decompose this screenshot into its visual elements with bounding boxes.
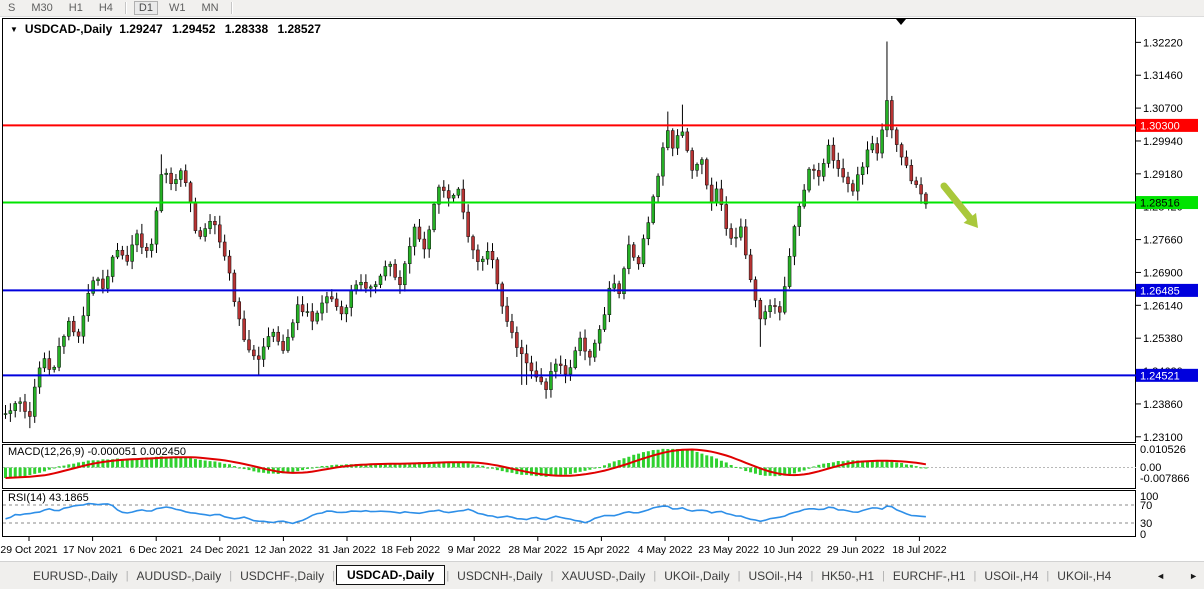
macd-indicator-label: MACD(12,26,9) -0.000051 0.002450 <box>8 446 186 458</box>
chart-tab-usdcad-daily-3[interactable]: USDCAD-,Daily <box>335 565 446 585</box>
svg-text:1.30300: 1.30300 <box>1140 120 1180 132</box>
svg-text:28 Mar 2022: 28 Mar 2022 <box>508 544 567 556</box>
chart-tab-ukoil-h4-11[interactable]: UKOil-,H4 <box>1050 567 1118 585</box>
rsi-indicator-label: RSI(14) 43.1865 <box>8 492 89 504</box>
chart-tab-usoil-h4-10[interactable]: USOil-,H4 <box>977 567 1045 585</box>
svg-text:1.30700: 1.30700 <box>1143 103 1183 115</box>
svg-text:23 May 2022: 23 May 2022 <box>698 544 759 556</box>
chart-tab-hk50-h1-8[interactable]: HK50-,H1 <box>814 567 881 585</box>
chart-tab-eurchf-h1-9[interactable]: EURCHF-,H1 <box>886 567 973 585</box>
mt4-chart-window: S M30 H1 H4 D1 W1 MN 1.32220 1.31460 1.30700 1.29… <box>0 0 1204 589</box>
svg-text:1.25380: 1.25380 <box>1143 333 1183 345</box>
svg-text:12 Jan 2022: 12 Jan 2022 <box>254 544 312 556</box>
svg-text:1.32220: 1.32220 <box>1143 37 1183 49</box>
svg-text:1.23100: 1.23100 <box>1143 432 1183 444</box>
svg-text:1.29180: 1.29180 <box>1143 169 1183 181</box>
symbol-period-label: USDCAD-,Daily <box>24 22 113 36</box>
rsi-value: 43.1865 <box>48 492 89 504</box>
chart-tab-audusd-daily-1[interactable]: AUDUSD-,Daily <box>130 567 229 585</box>
svg-text:15 Apr 2022: 15 Apr 2022 <box>573 544 630 556</box>
svg-text:-0.007866: -0.007866 <box>1140 473 1190 485</box>
svg-text:9 Mar 2022: 9 Mar 2022 <box>448 544 501 556</box>
svg-text:1.28516: 1.28516 <box>1140 198 1180 210</box>
chart-tab-ukoil-daily-6[interactable]: UKOil-,Daily <box>657 567 736 585</box>
svg-text:1.24521: 1.24521 <box>1140 370 1180 382</box>
svg-text:10 Jun 2022: 10 Jun 2022 <box>763 544 821 556</box>
svg-text:1.31460: 1.31460 <box>1143 70 1183 82</box>
chart-tab-usoil-h4-7[interactable]: USOil-,H4 <box>741 567 809 585</box>
chart-tab-xauusd-daily-5[interactable]: XAUUSD-,Daily <box>554 567 652 585</box>
chart-tab-eurusd-daily-0[interactable]: EURUSD-,Daily <box>26 567 125 585</box>
svg-text:1.26900: 1.26900 <box>1143 267 1183 279</box>
svg-text:18 Jul 2022: 18 Jul 2022 <box>892 544 946 556</box>
chart-canvas: 1.322201.314601.307001.299401.291801.284… <box>0 18 1198 556</box>
svg-text:31 Jan 2022: 31 Jan 2022 <box>318 544 376 556</box>
macd-name: MACD(12,26,9) <box>8 446 85 458</box>
close-value: 1.28527 <box>277 22 321 36</box>
symbol-tabbar: EURUSD-,Daily | AUDUSD-,Daily | USDCHF-,Dail… <box>0 561 1204 589</box>
tab-scroll-buttons: ◄ ► <box>1156 571 1198 581</box>
svg-text:1.26485: 1.26485 <box>1140 285 1180 297</box>
svg-text:29 Oct 2021: 29 Oct 2021 <box>0 544 57 556</box>
svg-text:18 Feb 2022: 18 Feb 2022 <box>381 544 440 556</box>
open-value: 1.29247 <box>119 22 163 36</box>
price-axis: 1.322201.314601.307001.299401.291801.284… <box>1136 37 1183 444</box>
svg-text:1.27660: 1.27660 <box>1143 235 1183 247</box>
svg-text:29 Jun 2022: 29 Jun 2022 <box>827 544 885 556</box>
ohlc-values: 1.29247 1.29452 1.28338 1.28527 <box>119 22 327 36</box>
rsi-name: RSI(14) <box>8 492 46 504</box>
date-axis: 29 Oct 2021 17 Nov 2021 6 Dec 2021 24 Dec 2… <box>0 537 947 556</box>
svg-text:70: 70 <box>1140 500 1152 512</box>
svg-text:6 Dec 2021: 6 Dec 2021 <box>129 544 183 556</box>
high-value: 1.29452 <box>172 22 216 36</box>
svg-text:0: 0 <box>1140 529 1146 541</box>
macd-values: -0.000051 0.002450 <box>87 446 186 458</box>
tab-scroll-left-icon[interactable]: ◄ <box>1156 571 1165 581</box>
svg-text:17 Nov 2021: 17 Nov 2021 <box>63 544 123 556</box>
low-value: 1.28338 <box>224 22 269 36</box>
svg-text:24 Dec 2021: 24 Dec 2021 <box>190 544 250 556</box>
dropdown-arrow-icon[interactable]: ▼ <box>10 25 18 34</box>
svg-text:1.26140: 1.26140 <box>1143 300 1183 312</box>
svg-text:0.010526: 0.010526 <box>1140 444 1186 456</box>
svg-text:1.23860: 1.23860 <box>1143 399 1183 411</box>
chart-tab-usdchf-daily-2[interactable]: USDCHF-,Daily <box>233 567 331 585</box>
chart-tab-usdcnh-daily-4[interactable]: USDCNH-,Daily <box>450 567 549 585</box>
chart-title: ▼ USDCAD-,Daily 1.29247 1.29452 1.28338 … <box>10 22 327 36</box>
svg-text:1.29940: 1.29940 <box>1143 136 1183 148</box>
tab-scroll-right-icon[interactable]: ► <box>1189 571 1198 581</box>
svg-text:4 May 2022: 4 May 2022 <box>638 544 693 556</box>
